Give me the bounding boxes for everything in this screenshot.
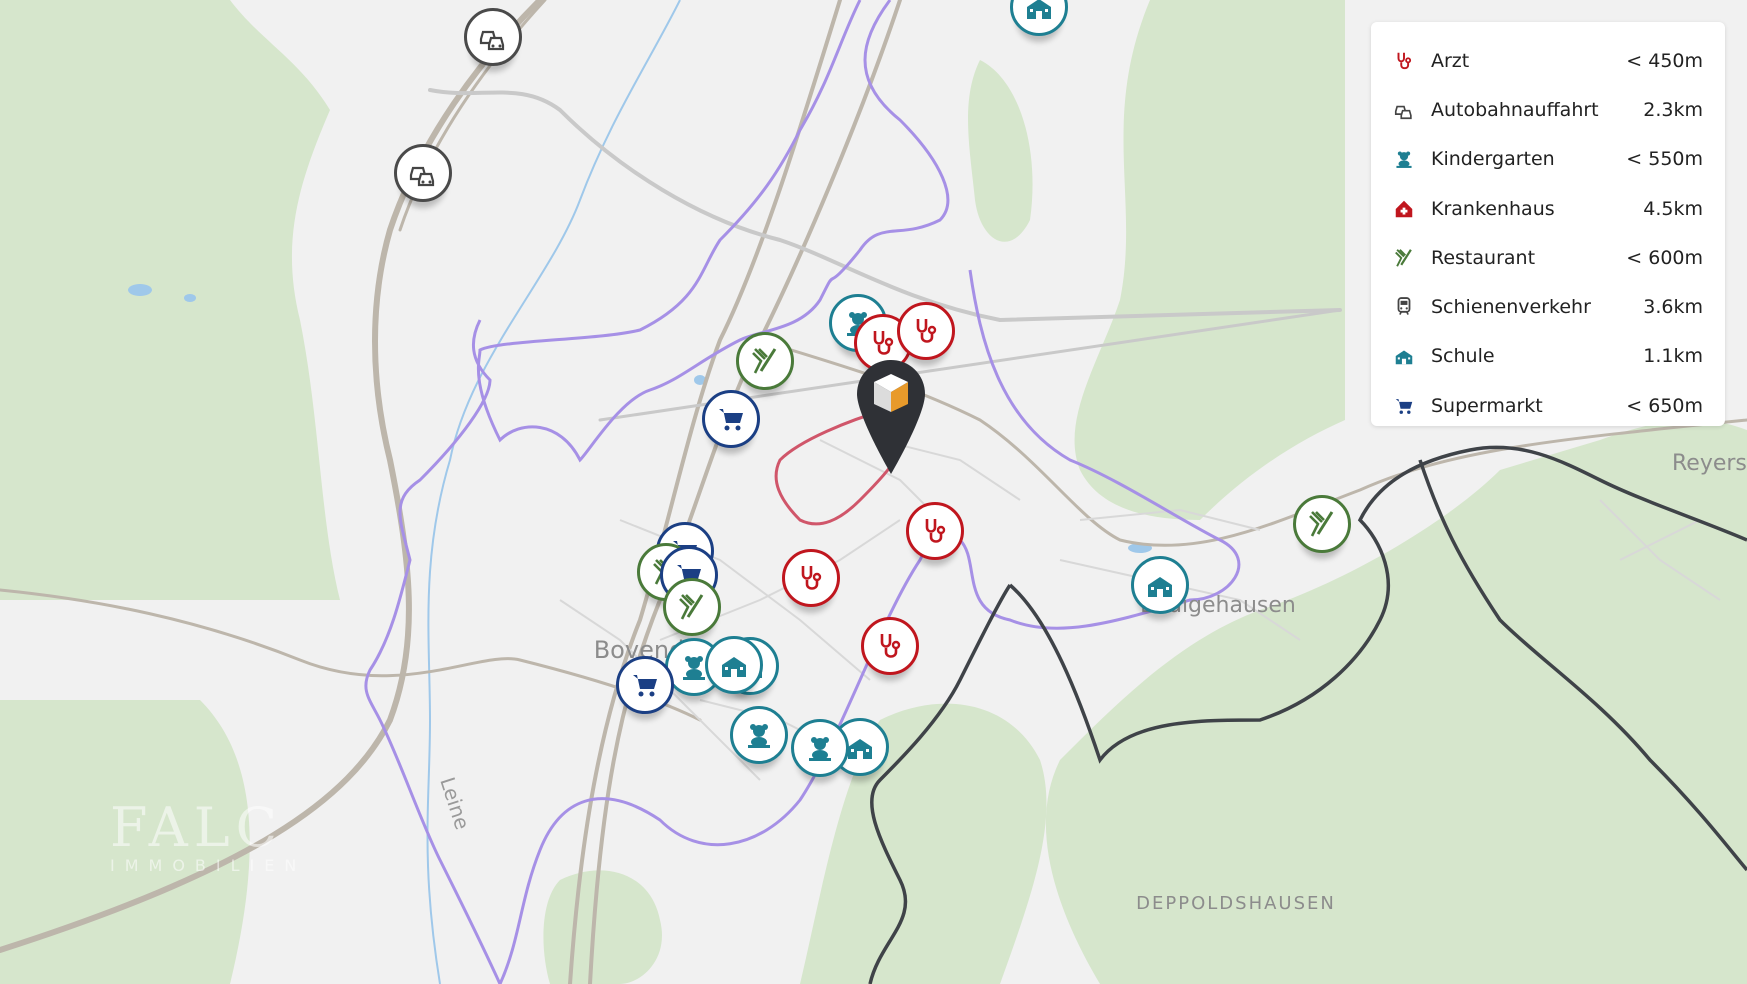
stethoscope-icon xyxy=(1393,50,1415,72)
property-marker-icon xyxy=(857,360,925,474)
cart-icon xyxy=(1393,395,1415,417)
cart-icon xyxy=(719,409,743,431)
stethoscope-icon xyxy=(916,319,937,343)
legend-distance: < 550m xyxy=(1626,148,1703,171)
stethoscope-icon xyxy=(801,566,822,590)
place-label-reyers: Reyers xyxy=(1672,451,1747,476)
fork-knife-icon xyxy=(1393,247,1415,269)
poi-schule[interactable] xyxy=(705,636,763,694)
fork-knife-icon xyxy=(679,594,704,620)
school-icon xyxy=(1393,345,1415,367)
legend-label: Autobahnauffahrt xyxy=(1431,98,1599,121)
poi-kindergarten[interactable] xyxy=(730,706,788,764)
stethoscope-icon xyxy=(925,519,946,543)
cart-icon xyxy=(633,675,657,697)
legend-row-schule[interactable]: Schule 1.1km xyxy=(1393,332,1703,381)
poi-arzt[interactable] xyxy=(782,549,840,607)
legend-label: Schule xyxy=(1431,345,1495,368)
poi-arzt[interactable] xyxy=(861,617,919,675)
legend-row-restaurant[interactable]: Restaurant < 600m xyxy=(1393,233,1703,282)
school-icon xyxy=(1148,577,1172,597)
legend-row-krankenhaus[interactable]: Krankenhaus 4.5km xyxy=(1393,184,1703,233)
legend-label: Schienenverkehr xyxy=(1431,296,1591,319)
legend-row-kindergarten[interactable]: Kindergarten < 550m xyxy=(1393,135,1703,184)
stethoscope-icon xyxy=(873,331,894,355)
fork-knife-icon xyxy=(1309,511,1334,537)
legend-distance: 4.5km xyxy=(1643,197,1703,220)
legend-label: Arzt xyxy=(1431,49,1470,72)
legend-distance: 3.6km xyxy=(1643,296,1703,319)
poi-autobahnauffahrt[interactable] xyxy=(394,144,452,202)
poi-restaurant[interactable] xyxy=(736,332,794,390)
poi-arzt[interactable] xyxy=(906,502,964,560)
cars-icon xyxy=(409,166,435,187)
poi-supermarkt[interactable] xyxy=(616,656,674,714)
cars-icon xyxy=(1393,99,1415,121)
place-label-deppoldshausen: DEPPOLDSHAUSEN xyxy=(1136,893,1336,914)
poi-supermarkt[interactable] xyxy=(702,390,760,448)
fork-knife-icon xyxy=(752,348,777,374)
legend-label: Krankenhaus xyxy=(1431,197,1555,220)
legend-row-arzt[interactable]: Arzt < 450m xyxy=(1393,36,1703,85)
legend-row-schienenverkehr[interactable]: Schienenverkehr 3.6km xyxy=(1393,282,1703,331)
legend-distance: < 600m xyxy=(1626,246,1703,269)
legend-row-supermarkt[interactable]: Supermarkt < 650m xyxy=(1393,381,1703,430)
poi-restaurant[interactable] xyxy=(1293,495,1351,553)
teddy-bear-icon xyxy=(1393,148,1415,170)
school-icon xyxy=(1027,0,1051,19)
teddy-bear-icon xyxy=(809,737,831,761)
train-icon xyxy=(1393,296,1415,318)
hospital-icon xyxy=(1393,198,1415,220)
poi-legend-panel: Arzt < 450m Autobahnauffahrt 2.3km Kinde… xyxy=(1371,22,1725,426)
legend-label: Supermarkt xyxy=(1431,394,1543,417)
poi-arzt[interactable] xyxy=(897,302,955,360)
poi-autobahnauffahrt[interactable] xyxy=(464,8,522,66)
legend-distance: 1.1km xyxy=(1643,345,1703,368)
poi-kindergarten[interactable] xyxy=(791,719,849,777)
teddy-bear-icon xyxy=(748,724,770,748)
legend-distance: 2.3km xyxy=(1643,98,1703,121)
stethoscope-icon xyxy=(880,634,901,658)
legend-row-autobahnauffahrt[interactable]: Autobahnauffahrt 2.3km xyxy=(1393,85,1703,134)
legend-label: Restaurant xyxy=(1431,246,1536,269)
legend-distance: < 650m xyxy=(1626,394,1703,417)
property-location-marker[interactable] xyxy=(855,358,927,476)
school-icon xyxy=(722,657,746,677)
cars-icon xyxy=(479,30,505,51)
poi-schule[interactable] xyxy=(1131,556,1189,614)
poi-restaurant[interactable] xyxy=(663,578,721,636)
legend-distance: < 450m xyxy=(1626,49,1703,72)
legend-label: Kindergarten xyxy=(1431,148,1555,171)
